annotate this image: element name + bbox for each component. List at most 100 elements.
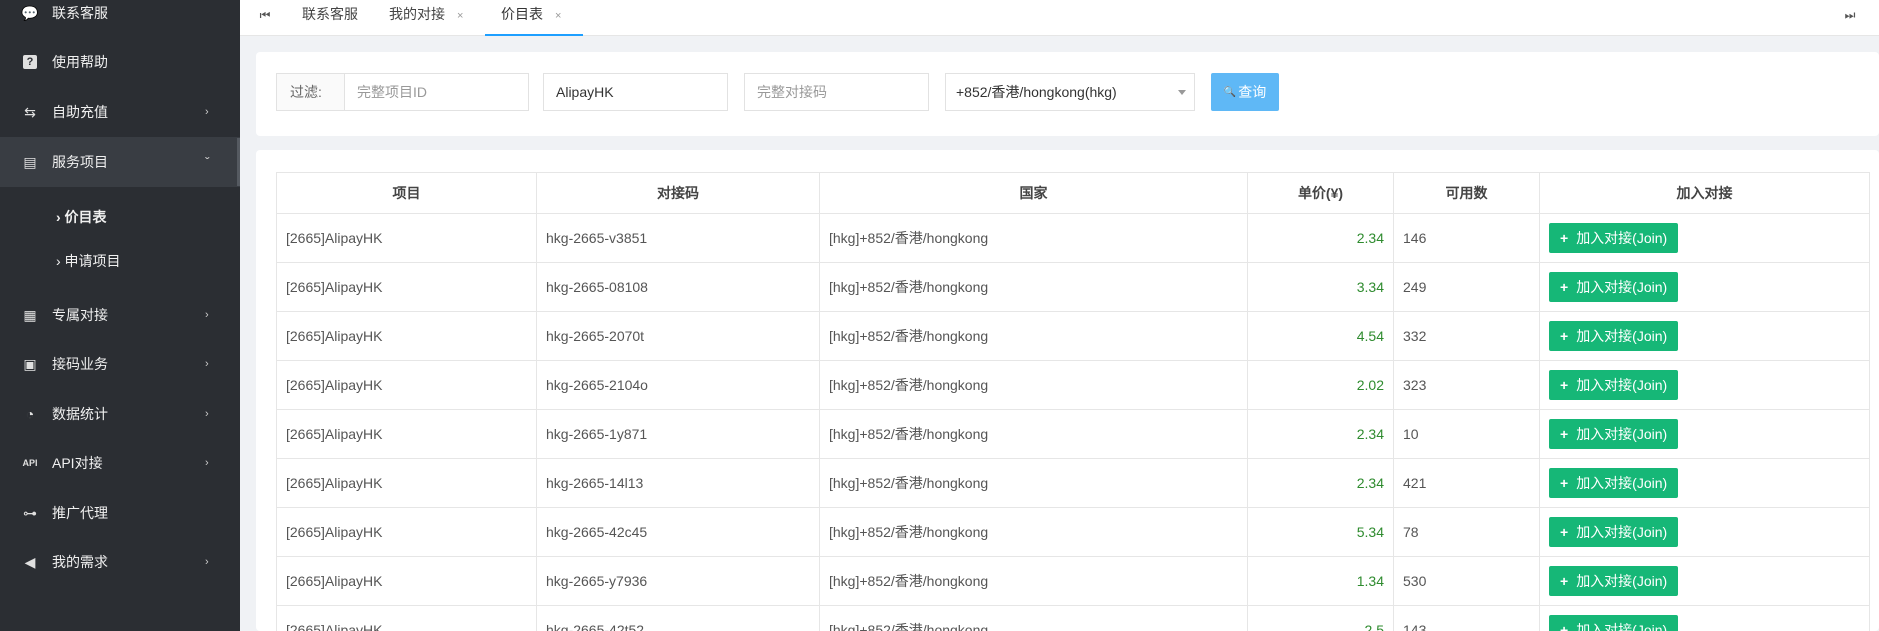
table-row: [2665]AlipayHK hkg-2665-08108 [hkg]+852/香港… <box>276 262 1870 312</box>
column-header-price[interactable]: 单价(¥) <box>1247 172 1394 214</box>
price-cell: 2.34 <box>1247 409 1394 459</box>
table-row: [2665]AlipayHK hkg-2665-2104o [hkg]+852/香港… <box>276 360 1870 410</box>
active-tab-indicator <box>485 34 583 36</box>
chevron-right-icon: › <box>205 408 209 420</box>
sidebar-subitem-pricelist[interactable]: › 价目表 <box>56 207 107 227</box>
join-button[interactable]: + 加入对接(Join) <box>1549 566 1679 596</box>
project-id-filter: 过滤: <box>276 73 529 111</box>
sidebar-item-codes[interactable]: ▣ 接码业务 › <box>0 339 240 389</box>
available-cell: 332 <box>1393 311 1540 361</box>
sidebar-item-agent[interactable]: ⊶ 推广代理 <box>0 488 240 538</box>
project-cell: [2665]AlipayHK <box>276 409 537 459</box>
chevron-right-icon: › <box>205 556 209 568</box>
code-cell: hkg-2665-14l13 <box>536 458 820 508</box>
table-row: [2665]AlipayHK hkg-2665-42t52 [hkg]+852/香港… <box>276 605 1870 631</box>
available-cell: 249 <box>1393 262 1540 312</box>
join-button[interactable]: + 加入对接(Join) <box>1549 223 1679 253</box>
column-header-country[interactable]: 国家 <box>819 172 1248 214</box>
code-cell: hkg-2665-y7936 <box>536 556 820 606</box>
sidebar-item-exclusive[interactable]: ▦ 专属对接 › <box>0 290 240 340</box>
tab-prev-icon[interactable]: ⏮ <box>253 0 277 30</box>
join-button-label: 加入对接(Join) <box>1576 377 1668 393</box>
exclusive-icon: ▦ <box>23 306 37 323</box>
sidebar-item-stats[interactable]: ◔ 数据统计 › <box>0 389 240 439</box>
join-button[interactable]: + 加入对接(Join) <box>1549 468 1679 498</box>
sidebar-item-api[interactable]: API API对接 › <box>0 438 240 488</box>
query-button[interactable]: 🔍 查询 <box>1211 73 1279 111</box>
project-cell: [2665]AlipayHK <box>276 360 537 410</box>
sidebar-item-demand[interactable]: ◀ 我的需求 › <box>0 537 240 587</box>
sidebar-item-label: 我的需求 <box>52 554 108 570</box>
project-cell: [2665]AlipayHK <box>276 213 537 263</box>
plus-icon: + <box>1560 279 1569 295</box>
chevron-right-icon: › <box>205 106 209 118</box>
table-row: [2665]AlipayHK hkg-2665-v3851 [hkg]+852/香港… <box>276 213 1870 263</box>
plus-icon: + <box>1560 377 1569 393</box>
price-cell: 2.34 <box>1247 458 1394 508</box>
tab-pricelist[interactable]: 价目表 × <box>501 0 561 36</box>
sidebar-item-label: 推广代理 <box>52 505 108 521</box>
tab-my-connections[interactable]: 我的对接 × <box>389 0 463 36</box>
join-cell: + 加入对接(Join) <box>1539 409 1870 459</box>
available-cell: 146 <box>1393 213 1540 263</box>
filter-label: 过滤: <box>277 74 345 110</box>
code-cell: hkg-2665-42c45 <box>536 507 820 557</box>
column-header-project[interactable]: 项目 <box>276 172 537 214</box>
join-button[interactable]: + 加入对接(Join) <box>1549 370 1679 400</box>
chevron-right-icon: › <box>205 457 209 469</box>
project-name-input[interactable] <box>544 74 727 110</box>
sidebar-item-label: 服务项目 <box>52 154 108 170</box>
plus-icon: + <box>1560 475 1569 491</box>
join-button[interactable]: + 加入对接(Join) <box>1549 615 1679 631</box>
project-id-input[interactable] <box>345 74 528 110</box>
agent-icon: ⊶ <box>23 504 37 521</box>
plus-icon: + <box>1560 328 1569 344</box>
join-button-label: 加入对接(Join) <box>1576 475 1668 491</box>
sidebar-item-services[interactable]: ▤ 服务项目 ˇ <box>0 137 240 187</box>
sidebar-scrollbar[interactable] <box>237 138 240 186</box>
sidebar-item-label: 接码业务 <box>52 356 108 372</box>
tab-bar: ⏮ 联系客服 我的对接 × 价目表 × ⏭ <box>240 0 1879 36</box>
price-cell: 1.34 <box>1247 556 1394 606</box>
code-input[interactable] <box>745 74 928 110</box>
stats-icon: ◔ <box>25 406 35 422</box>
sidebar-item-contact[interactable]: 💬 联系客服 <box>0 0 240 38</box>
sidebar-item-label: 使用帮助 <box>52 54 108 70</box>
tab-label: 价目表 <box>501 6 543 22</box>
chat-icon: 💬 <box>21 4 39 21</box>
close-icon[interactable]: × <box>555 10 561 22</box>
tab-label: 联系客服 <box>302 6 358 22</box>
sidebar-item-help[interactable]: ? 使用帮助 <box>0 37 240 87</box>
code-cell: hkg-2665-1y871 <box>536 409 820 459</box>
tab-label: 我的对接 <box>389 6 445 22</box>
join-button[interactable]: + 加入对接(Join) <box>1549 517 1679 547</box>
join-button[interactable]: + 加入对接(Join) <box>1549 321 1679 351</box>
country-select[interactable]: +852/香港/hongkong(hkg) <box>945 73 1195 111</box>
join-button[interactable]: + 加入对接(Join) <box>1549 272 1679 302</box>
column-header-code[interactable]: 对接码 <box>536 172 820 214</box>
join-button-label: 加入对接(Join) <box>1576 426 1668 442</box>
close-icon[interactable]: × <box>457 10 463 22</box>
price-cell: 5.34 <box>1247 507 1394 557</box>
join-button[interactable]: + 加入对接(Join) <box>1549 419 1679 449</box>
tab-contact[interactable]: 联系客服 <box>302 0 358 36</box>
tab-next-icon[interactable]: ⏭ <box>1838 0 1862 30</box>
join-button-label: 加入对接(Join) <box>1576 573 1668 589</box>
country-cell: [hkg]+852/香港/hongkong <box>819 311 1248 361</box>
join-cell: + 加入对接(Join) <box>1539 605 1870 631</box>
available-cell: 421 <box>1393 458 1540 508</box>
sidebar: 💬 联系客服 ? 使用帮助 ⇆ 自助充值 › ▤ 服务项目 ˇ › 价目表 › … <box>0 0 240 631</box>
price-cell: 3.34 <box>1247 262 1394 312</box>
column-header-available[interactable]: 可用数 <box>1393 172 1540 214</box>
join-cell: + 加入对接(Join) <box>1539 360 1870 410</box>
code-cell: hkg-2665-2104o <box>536 360 820 410</box>
plus-icon: + <box>1560 622 1569 631</box>
country-select-value: +852/香港/hongkong(hkg) <box>956 84 1117 100</box>
sidebar-subitem-apply[interactable]: › 申请项目 <box>56 251 121 271</box>
price-table-panel: 项目 对接码 国家 单价(¥) 可用数 加入对接 [2665]AlipayHK h… <box>256 150 1879 631</box>
price-cell: 2.02 <box>1247 360 1394 410</box>
sidebar-item-recharge[interactable]: ⇆ 自助充值 › <box>0 87 240 137</box>
sidebar-item-label: 自助充值 <box>52 104 108 120</box>
join-button-label: 加入对接(Join) <box>1576 622 1668 631</box>
chevron-right-icon: › <box>205 358 209 370</box>
